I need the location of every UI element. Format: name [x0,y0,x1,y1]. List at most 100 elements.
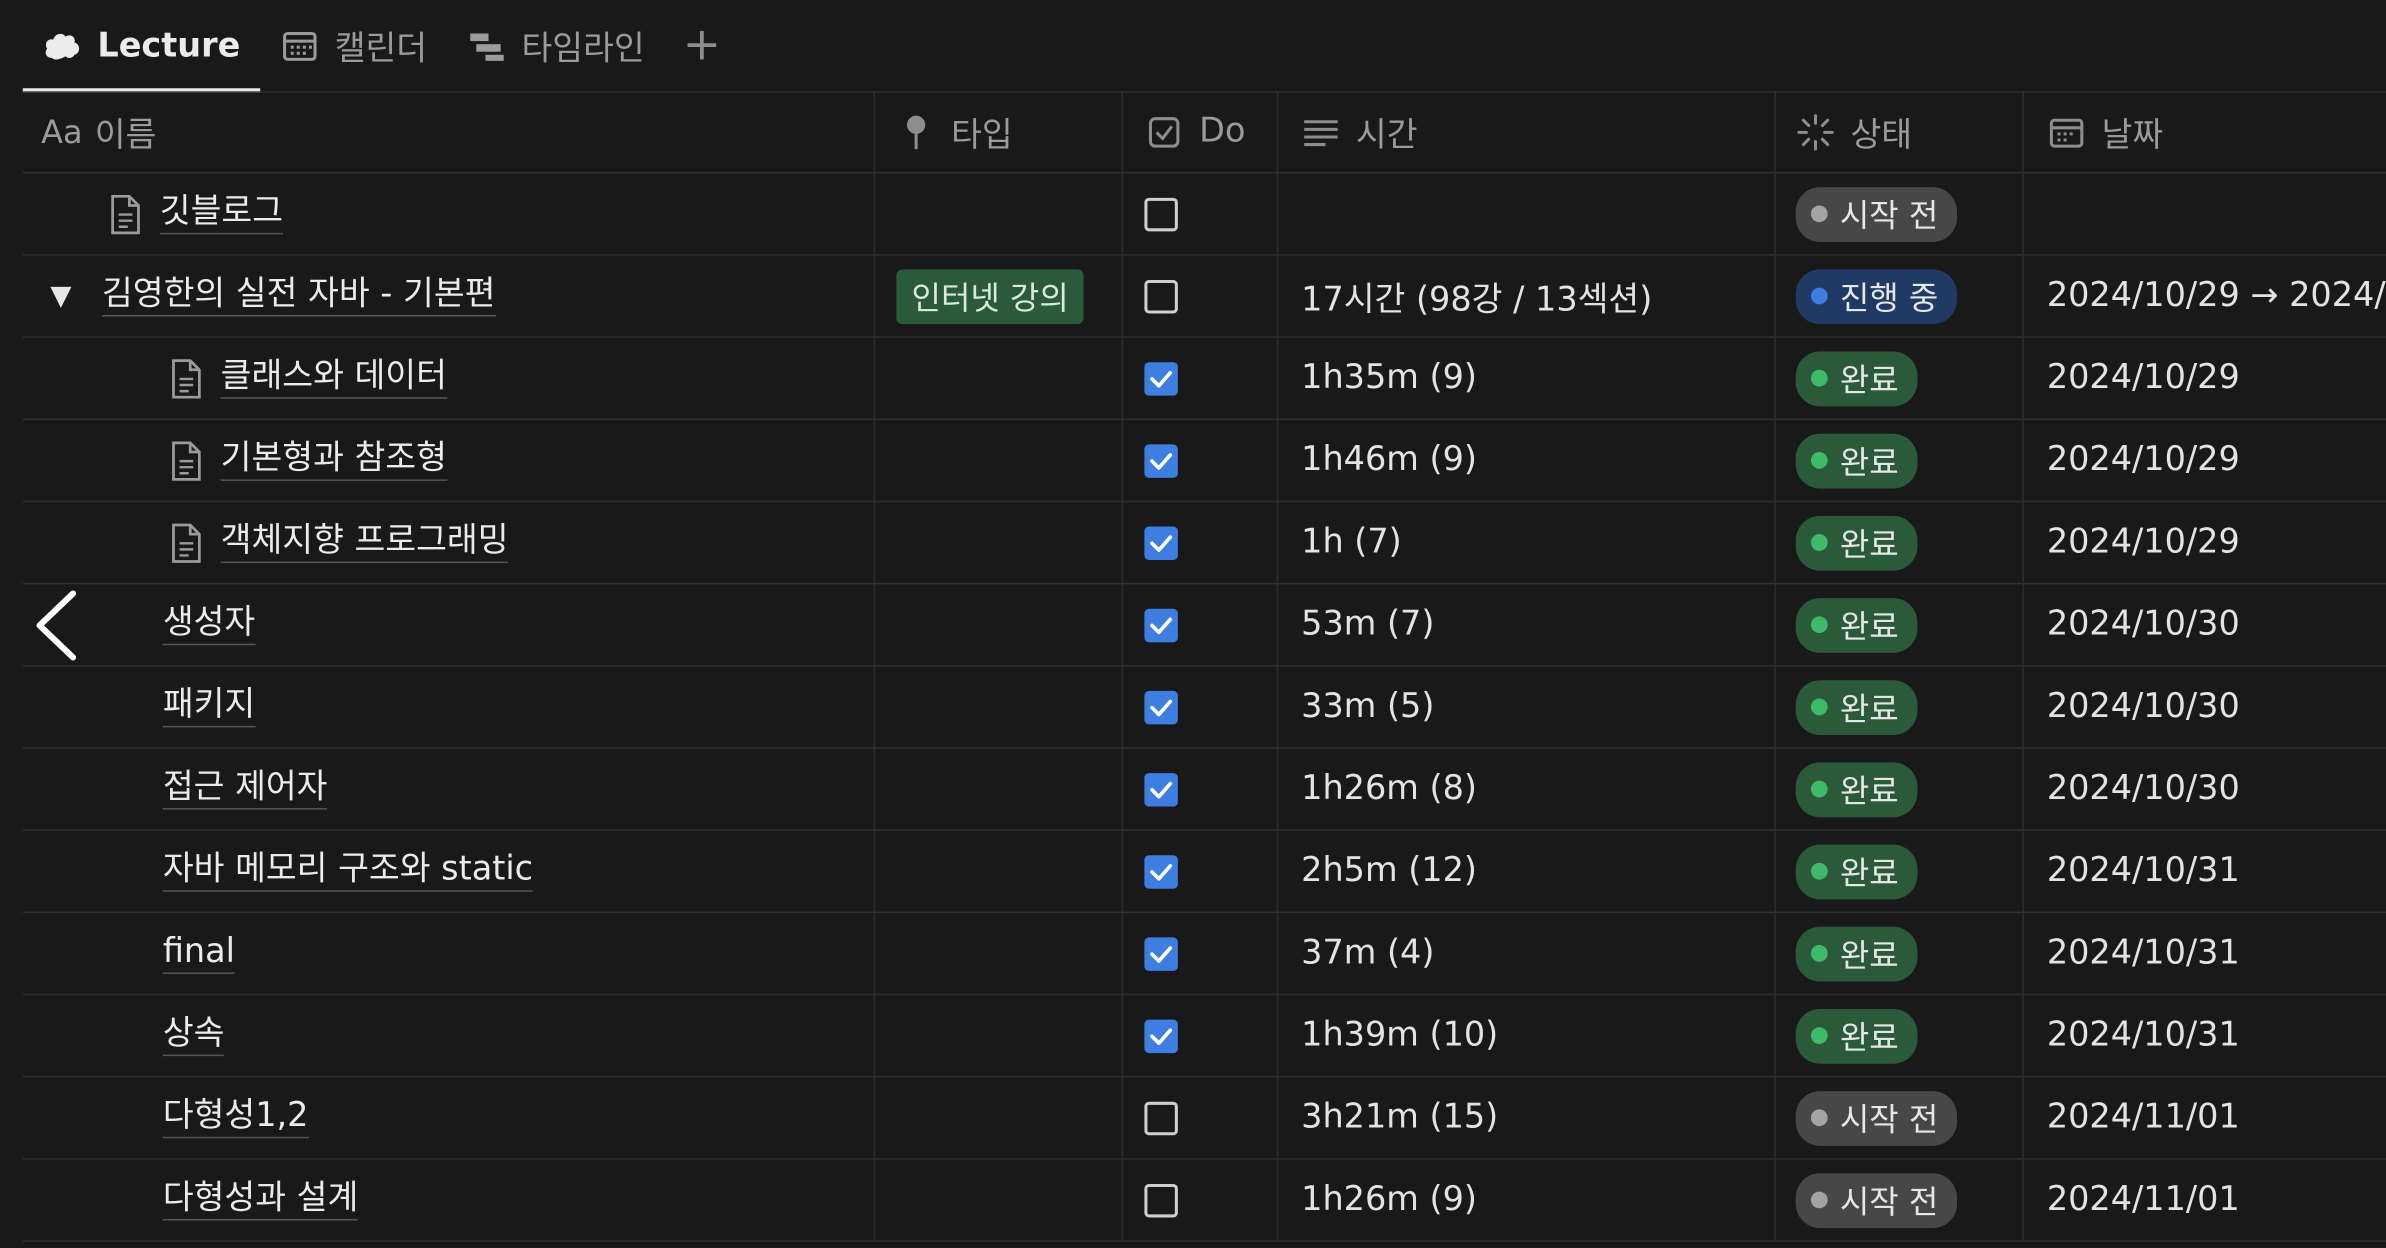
page-title-link[interactable]: 생성자 [162,604,256,646]
column-header-name[interactable]: Aa 이름 [23,91,876,172]
cell-time[interactable]: 3h21m (15) [1278,1077,1776,1159]
column-header-date[interactable]: 날짜 [2024,91,2386,172]
cell-time[interactable]: 17시간 (98강 / 13섹션) [1278,255,1776,337]
table-row[interactable]: 클래스와 데이터 1h35m (9) 완료 2024/10/29 [22,337,2386,421]
cell-status[interactable]: 완료 [1776,337,2024,419]
cell-status[interactable]: 시작 전 [1776,1159,2024,1241]
cell-date[interactable] [2024,173,2386,254]
checkbox-unchecked[interactable] [1144,197,1178,231]
page-title-link[interactable]: 객체지향 프로그래밍 [220,522,509,564]
column-header-time[interactable]: 시간 [1278,91,1776,172]
checkbox-checked[interactable] [1144,1018,1178,1053]
cell-status[interactable]: 완료 [1776,666,2024,748]
cell-time[interactable]: 37m (4) [1278,913,1776,994]
cell-type[interactable] [875,830,1124,912]
cell-date[interactable]: 2024/11/01 [2024,1077,2386,1158]
table-row[interactable]: 다형성1,2 3h21m (15) 시작 전 2024/11/01 [22,1077,2386,1160]
checkbox-unchecked[interactable] [1144,1183,1178,1217]
cell-time[interactable]: 1h26m (8) [1278,748,1776,830]
cell-date[interactable]: 2024/11/01 [2024,1160,2386,1241]
tab-calendar[interactable]: 캘린더 [260,0,447,91]
cell-status[interactable]: 완료 [1776,913,2024,994]
cell-time[interactable]: 1h35m (9) [1278,337,1776,419]
cell-name[interactable]: 클래스와 데이터 [23,337,876,419]
back-chevron-icon[interactable] [30,587,85,663]
table-row[interactable]: ▼ 김영한의 실전 자바 - 기본편 인터넷 강의 17시간 (98강 / 13섹션)… [22,255,2386,338]
cell-type[interactable] [875,584,1124,666]
checkbox-checked[interactable] [1144,443,1178,478]
page-title-link[interactable]: 깃블로그 [159,193,284,235]
toggle-arrow-icon[interactable]: ▼ [41,280,81,312]
page-title-link[interactable]: 기본형과 참조형 [220,440,447,481]
page-title-link[interactable]: 다형성과 설계 [162,1179,359,1221]
checkbox-unchecked[interactable] [1144,1101,1178,1135]
cell-status[interactable]: 완료 [1776,584,2024,666]
checkbox-checked[interactable] [1144,361,1178,395]
cell-name[interactable]: 자바 메모리 구조와 static [23,830,876,912]
cell-type[interactable] [875,502,1124,583]
cell-type[interactable] [875,337,1124,419]
table-row[interactable]: 생성자 53m (7) 완료 2024/10/30 [22,584,2386,667]
cell-date[interactable]: 2024/10/31 [2024,995,2386,1076]
cell-type[interactable] [875,420,1124,501]
checkbox-checked[interactable] [1144,936,1178,971]
cell-time[interactable]: 1h46m (9) [1278,420,1776,501]
cell-type[interactable] [875,913,1124,994]
cell-status[interactable]: 완료 [1776,420,2024,501]
cell-type[interactable] [875,666,1124,748]
checkbox-checked[interactable] [1144,690,1178,724]
cell-name[interactable]: 객체지향 프로그래밍 [23,502,876,583]
cell-type[interactable] [875,1159,1124,1241]
cell-type[interactable] [875,1077,1124,1159]
page-title-link[interactable]: 상속 [162,1015,225,1057]
cell-time[interactable]: 2h5m (12) [1278,830,1776,912]
column-header-do[interactable]: Do [1123,91,1279,172]
cell-date[interactable]: 2024/10/29 [2024,420,2386,501]
tab-timeline[interactable]: 타임라인 [447,0,665,91]
table-row[interactable]: 객체지향 프로그래밍 1h (7) 완료 2024/10/29 [22,502,2386,585]
cell-name[interactable]: 다형성1,2 [23,1077,876,1159]
cell-name[interactable]: 다형성과 설계 [23,1159,876,1241]
cell-status[interactable]: 시작 전 [1776,173,2024,255]
column-header-type[interactable]: 타입 [875,91,1124,172]
table-row[interactable]: 깃블로그 시작 전 [22,173,2386,256]
cell-name[interactable]: 접근 제어자 [23,748,876,830]
cell-time[interactable] [1278,173,1776,255]
cell-type[interactable] [875,995,1124,1076]
cell-status[interactable]: 진행 중 [1776,255,2024,337]
cell-date[interactable]: 2024/10/30 [2024,584,2386,665]
cell-status[interactable]: 시작 전 [1776,1077,2024,1159]
page-title-link[interactable]: final [162,933,235,974]
cell-type[interactable] [875,173,1124,255]
cell-name[interactable]: 기본형과 참조형 [23,420,876,501]
table-row[interactable]: 패키지 33m (5) 완료 2024/10/30 [22,666,2386,749]
cell-status[interactable]: 완료 [1776,830,2024,912]
page-title-link[interactable]: 패키지 [162,686,256,728]
cell-time[interactable]: 1h (7) [1278,502,1776,583]
cell-status[interactable]: 완료 [1776,995,2024,1076]
checkbox-checked[interactable] [1144,854,1178,888]
cell-type[interactable] [875,748,1124,830]
cell-date[interactable]: 2024/10/29 [2024,338,2386,419]
cell-date[interactable]: 2024/10/31 [2024,913,2386,994]
cell-time[interactable]: 1h39m (10) [1278,995,1776,1076]
table-row[interactable]: 상속 1h39m (10) 완료 2024/10/31 [22,995,2386,1078]
cell-status[interactable]: 완료 [1776,502,2024,583]
cell-date[interactable]: 2024/10/31 [2024,831,2386,912]
add-view-button[interactable]: + [664,0,739,91]
cell-name[interactable]: 상속 [23,995,876,1076]
page-title-link[interactable]: 접근 제어자 [162,769,328,810]
cell-date[interactable]: 2024/10/29 → 2024/ [2024,256,2386,337]
cell-date[interactable]: 2024/10/30 [2024,667,2386,748]
cell-time[interactable]: 33m (5) [1278,666,1776,748]
cell-name[interactable]: 깃블로그 [23,173,876,255]
table-row[interactable]: final 37m (4) 완료 2024/10/31 [22,913,2386,996]
cell-time[interactable]: 53m (7) [1278,584,1776,666]
cell-name[interactable]: ▼ 김영한의 실전 자바 - 기본편 [23,255,876,337]
checkbox-checked[interactable] [1144,525,1178,560]
page-title-link[interactable]: 김영한의 실전 자바 - 기본편 [101,275,496,317]
cell-name[interactable]: final [23,913,876,994]
table-row[interactable]: 자바 메모리 구조와 static 2h5m (12) 완료 2024/10/31 [22,830,2386,914]
cell-name[interactable]: 패키지 [23,666,876,748]
table-row[interactable]: 다형성과 설계 1h26m (9) 시작 전 2024/11/01 [22,1159,2386,1242]
